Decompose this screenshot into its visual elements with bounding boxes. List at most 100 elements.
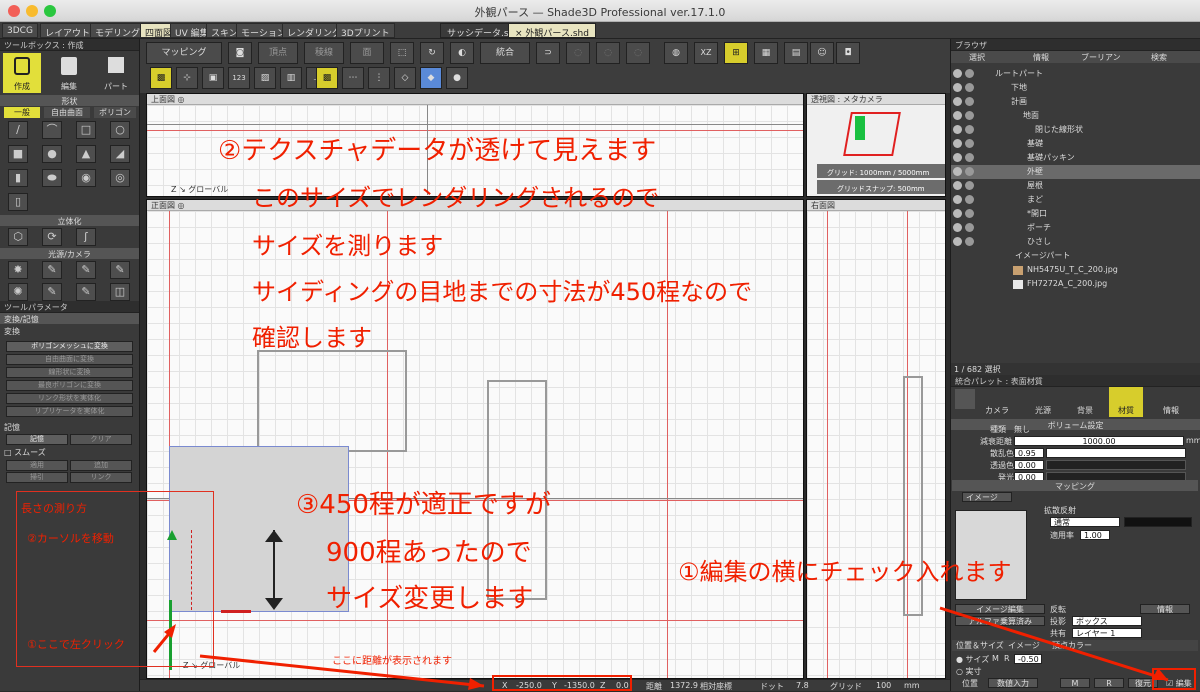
spot-light-icon[interactable]: ✎ [42, 261, 62, 279]
sphere-view-icon[interactable]: ● [446, 67, 468, 89]
size-r[interactable]: R [1004, 654, 1010, 663]
link-button[interactable]: リンク [70, 472, 132, 483]
image-select[interactable]: イメージ [962, 492, 1012, 502]
snap-edge-icon[interactable]: ⋮ [368, 67, 390, 89]
pos-m-button[interactable]: M [1060, 678, 1090, 688]
memorize-button[interactable]: 記憶 [6, 434, 68, 445]
camera-tool-icon[interactable]: ◫ [110, 283, 130, 301]
eye-icon[interactable] [953, 125, 962, 134]
transparency-color[interactable] [1046, 460, 1186, 470]
revolve-tool-icon[interactable]: ⟳ [42, 228, 62, 246]
to-best-polygon-button[interactable]: 最良ポリゴンに変換 [6, 380, 133, 391]
gamepad-icon[interactable]: ◘ [836, 42, 860, 64]
realize-replicator-button[interactable]: リプリケータを実体化 [6, 406, 133, 417]
snap-grid-icon[interactable]: ▩ [150, 67, 172, 89]
merge-button[interactable]: 統合 [480, 42, 530, 64]
add-button[interactable]: 追加 [70, 460, 132, 471]
scatter-color[interactable] [1046, 448, 1186, 458]
extrude-tool-icon[interactable]: ⬡ [8, 228, 28, 246]
render-eye-icon[interactable] [965, 223, 974, 232]
sweep-tool-icon[interactable]: ʃ [76, 228, 96, 246]
xz-plane-icon[interactable]: XZ [694, 42, 718, 64]
render-eye-icon[interactable] [965, 181, 974, 190]
four-view-icon[interactable]: ⊞ [724, 42, 748, 64]
size-field[interactable]: -0.50 [1014, 654, 1042, 664]
eye-icon[interactable] [953, 209, 962, 218]
vertex-color-tab[interactable]: 頂点カラー [1052, 640, 1092, 651]
rotate-view-icon[interactable]: ↻ [420, 42, 444, 64]
render-eye-icon[interactable] [965, 83, 974, 92]
mode-color[interactable] [1124, 517, 1192, 527]
head-icon[interactable]: ☺ [810, 42, 834, 64]
camera-icon[interactable]: ◙ [228, 42, 252, 64]
browser-tab-info[interactable]: 情報 [1033, 52, 1049, 63]
eye-icon[interactable] [953, 237, 962, 246]
tree-row-img1[interactable]: NH5475U_T_C_200.jpg [951, 263, 1200, 277]
tree-row-root[interactable]: ルートパート [951, 67, 1200, 81]
type-value[interactable]: 無し [1014, 424, 1030, 435]
ring2-icon[interactable]: ◌ [596, 42, 620, 64]
doc-tab-exterior[interactable]: × 外観パース.shd [508, 23, 596, 39]
snap-vertex-icon[interactable]: ⋯ [342, 67, 364, 89]
viewport-perspective[interactable]: 透視図 : メタカメラ グリッド: 1000mm / 5000mm グリッドスナ… [806, 93, 946, 197]
palette-nav-icon[interactable] [955, 389, 975, 409]
size-m[interactable]: M [992, 654, 999, 663]
tree-row-window[interactable]: まど [951, 193, 1200, 207]
snap-face-icon[interactable]: ◇ [394, 67, 416, 89]
render-eye-icon[interactable] [965, 139, 974, 148]
tree-row-img2[interactable]: FH7272A_C_200.jpg [951, 277, 1200, 291]
sweep-button[interactable]: 掃引 [6, 472, 68, 483]
grid-icon[interactable]: ▦ [754, 42, 778, 64]
tab-layout[interactable]: レイアウト [40, 23, 96, 39]
palette-tab-background[interactable]: 背景 [1077, 405, 1093, 416]
palette-tab-info[interactable]: 情報 [1163, 405, 1179, 416]
snap-icon[interactable]: ▣ [202, 67, 224, 89]
point-light-icon[interactable]: ✸ [8, 261, 28, 279]
line-tool-icon[interactable]: ∕ [8, 121, 28, 139]
polyline-tool-icon[interactable]: ⌒ [42, 121, 62, 139]
shape-tab-freeform[interactable]: 自由曲面 [44, 107, 90, 118]
render-eye-icon[interactable] [965, 195, 974, 204]
render-eye-icon[interactable] [965, 153, 974, 162]
magnet-icon[interactable]: ⊃ [536, 42, 560, 64]
palette-tab-material[interactable]: 材質 [1109, 387, 1143, 417]
clear-memory-button[interactable]: クリア [70, 434, 132, 445]
layout-icon[interactable]: ▤ [784, 42, 808, 64]
select-rect-icon[interactable]: ⬚ [390, 42, 414, 64]
ring-icon[interactable]: ◌ [566, 42, 590, 64]
edit-image-button[interactable]: イメージ編集 [955, 604, 1045, 614]
decay-field[interactable]: 1000.00 [1014, 436, 1184, 446]
ring3-icon[interactable]: ◌ [626, 42, 650, 64]
browser-tab-search[interactable]: 検索 [1151, 52, 1167, 63]
to-freeform-button[interactable]: 自由曲面に変換 [6, 354, 133, 365]
eye-icon[interactable] [953, 195, 962, 204]
render-eye-icon[interactable] [965, 125, 974, 134]
tree-row-opening[interactable]: *開口 [951, 207, 1200, 221]
vertex-button[interactable]: 頂点 [258, 42, 298, 64]
render-eye-icon[interactable] [965, 97, 974, 106]
pos-r-button[interactable]: R [1094, 678, 1124, 688]
light-3-icon[interactable]: ✎ [76, 283, 96, 301]
eye-icon[interactable] [953, 181, 962, 190]
apply-field[interactable]: 1.00 [1080, 530, 1110, 540]
to-line-button[interactable]: 線形状に変換 [6, 367, 133, 378]
render-eye-icon[interactable] [965, 209, 974, 218]
sun-light-icon[interactable]: ✺ [8, 283, 28, 301]
image-tab[interactable]: イメージ [1008, 640, 1040, 651]
disc-tool-icon[interactable]: ◉ [76, 169, 96, 187]
area-light-icon[interactable]: ✎ [110, 261, 130, 279]
ruler-icon[interactable]: ▨ [254, 67, 276, 89]
tab-3d-print[interactable]: 3Dプリント [336, 23, 395, 39]
layer-select[interactable]: レイヤー 1 [1072, 628, 1142, 638]
apply-button[interactable]: 適用 [6, 460, 68, 471]
browser-tab-boolean[interactable]: ブーリアン [1081, 52, 1121, 63]
render-eye-icon[interactable] [965, 69, 974, 78]
info-button[interactable]: 情報 [1140, 604, 1190, 614]
measure-icon[interactable]: ▥ [280, 67, 302, 89]
torus-tool-icon[interactable]: ◎ [110, 169, 130, 187]
render-eye-icon[interactable] [965, 237, 974, 246]
tree-row-packing[interactable]: 基礎パッキン [951, 151, 1200, 165]
wedge-tool-icon[interactable]: ◢ [110, 145, 130, 163]
globe-icon[interactable]: ◍ [664, 42, 688, 64]
circle-tool-icon[interactable]: ○ [110, 121, 130, 139]
